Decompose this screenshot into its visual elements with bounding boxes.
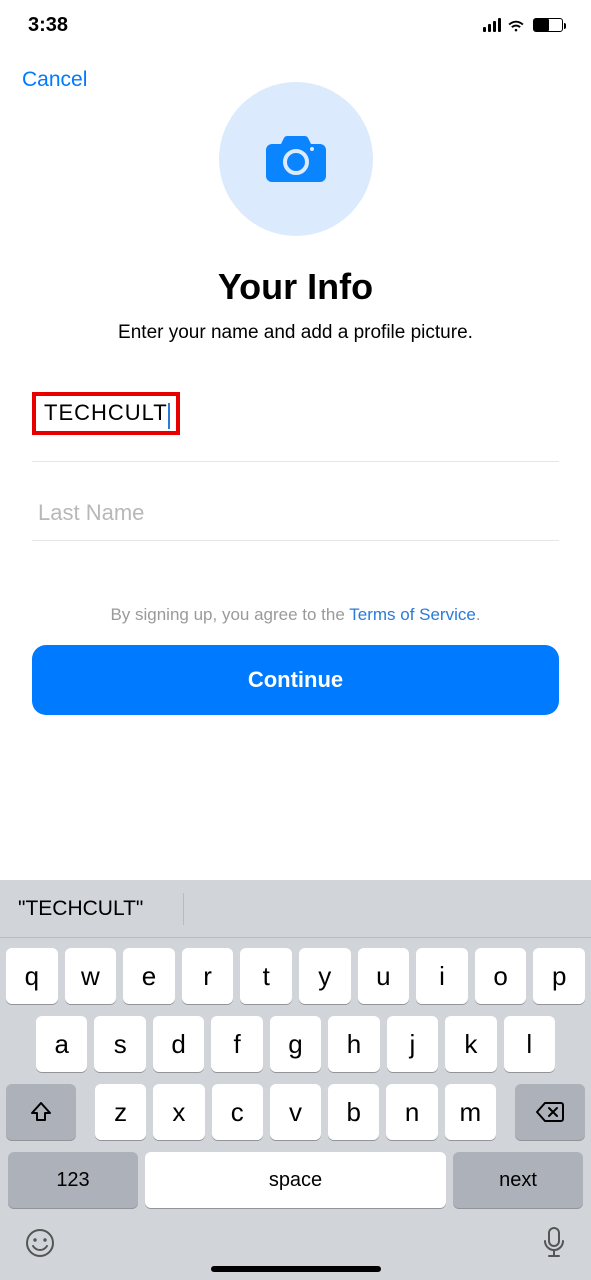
emoji-key[interactable] — [24, 1227, 56, 1264]
smile-icon — [24, 1227, 56, 1259]
tos-link[interactable]: Terms of Service — [349, 605, 476, 624]
key-c[interactable]: c — [212, 1084, 263, 1140]
status-time: 3:38 — [28, 14, 68, 37]
key-u[interactable]: u — [358, 948, 410, 1004]
backspace-icon — [535, 1100, 565, 1124]
key-v[interactable]: v — [270, 1084, 321, 1140]
space-key[interactable]: space — [145, 1152, 446, 1208]
key-w[interactable]: w — [65, 948, 117, 1004]
key-b[interactable]: b — [328, 1084, 379, 1140]
battery-icon — [533, 18, 563, 32]
shift-icon — [29, 1100, 53, 1124]
key-row-3: zxcvbnm — [6, 1084, 585, 1140]
cellular-icon — [483, 18, 501, 32]
camera-icon — [266, 134, 326, 184]
key-j[interactable]: j — [387, 1016, 438, 1072]
page-title: Your Info — [0, 266, 591, 308]
key-q[interactable]: q — [6, 948, 58, 1004]
page-subtitle: Enter your name and add a profile pictur… — [0, 322, 591, 344]
key-f[interactable]: f — [211, 1016, 262, 1072]
mic-icon — [541, 1226, 567, 1260]
suggestion-bar[interactable]: "TECHCULT" — [0, 880, 591, 938]
key-p[interactable]: p — [533, 948, 585, 1004]
text-cursor — [168, 403, 170, 429]
key-t[interactable]: t — [240, 948, 292, 1004]
key-e[interactable]: e — [123, 948, 175, 1004]
first-name-highlight: TECHCULT — [32, 392, 180, 435]
key-h[interactable]: h — [328, 1016, 379, 1072]
key-row-4: 123 space next — [6, 1152, 585, 1208]
next-key[interactable]: next — [453, 1152, 583, 1208]
key-row-1: qwertyuiop — [6, 948, 585, 1004]
status-bar: 3:38 — [0, 0, 591, 50]
continue-button[interactable]: Continue — [32, 645, 559, 715]
status-right — [483, 16, 563, 34]
name-form: TECHCULT — [0, 344, 591, 541]
key-o[interactable]: o — [475, 948, 527, 1004]
keyboard: "TECHCULT" qwertyuiop asdfghjkl zxcvbnm … — [0, 880, 591, 1280]
key-y[interactable]: y — [299, 948, 351, 1004]
key-i[interactable]: i — [416, 948, 468, 1004]
key-a[interactable]: a — [36, 1016, 87, 1072]
backspace-key[interactable] — [515, 1084, 585, 1140]
key-r[interactable]: r — [182, 948, 234, 1004]
last-name-input[interactable] — [32, 486, 559, 541]
key-d[interactable]: d — [153, 1016, 204, 1072]
key-l[interactable]: l — [504, 1016, 555, 1072]
key-n[interactable]: n — [386, 1084, 437, 1140]
tos-text: By signing up, you agree to the Terms of… — [0, 605, 591, 625]
add-photo-button[interactable] — [219, 82, 373, 236]
suggestion-1[interactable]: "TECHCULT" — [18, 893, 184, 925]
key-x[interactable]: x — [153, 1084, 204, 1140]
shift-key[interactable] — [6, 1084, 76, 1140]
key-k[interactable]: k — [445, 1016, 496, 1072]
numeric-key[interactable]: 123 — [8, 1152, 138, 1208]
home-indicator[interactable] — [211, 1266, 381, 1272]
wifi-icon — [507, 16, 525, 34]
key-s[interactable]: s — [94, 1016, 145, 1072]
first-name-input[interactable]: TECHCULT — [42, 396, 170, 429]
key-row-2: asdfghjkl — [6, 1016, 585, 1072]
key-m[interactable]: m — [445, 1084, 496, 1140]
dictation-key[interactable] — [541, 1226, 567, 1265]
key-z[interactable]: z — [95, 1084, 146, 1140]
key-g[interactable]: g — [270, 1016, 321, 1072]
cancel-button[interactable]: Cancel — [22, 68, 87, 92]
